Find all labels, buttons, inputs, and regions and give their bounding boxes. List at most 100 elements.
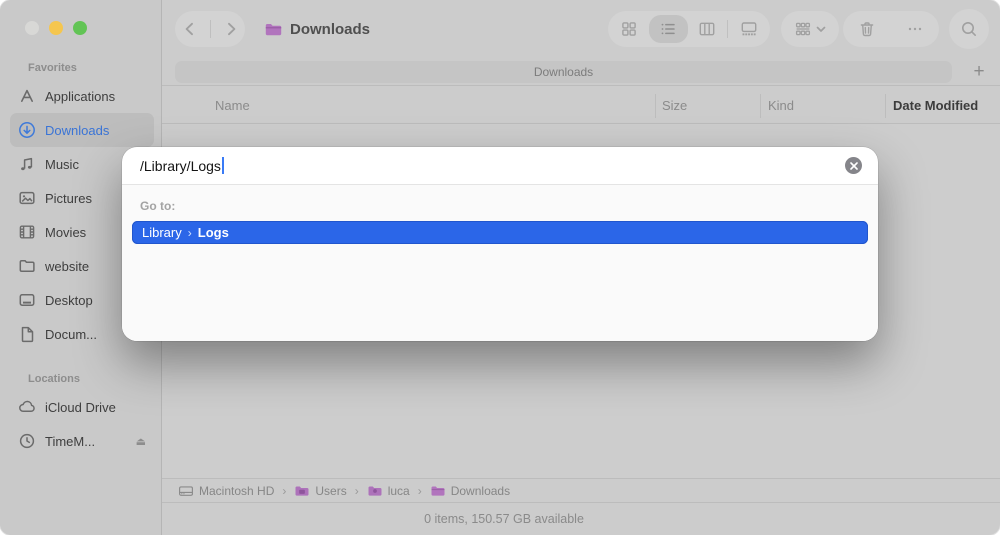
- sidebar-item-label: iCloud Drive: [45, 399, 116, 415]
- music-note-icon: [18, 155, 36, 173]
- sidebar-item-applications[interactable]: Applications: [10, 79, 154, 113]
- cloud-icon: [18, 398, 36, 416]
- traffic-lights: [25, 21, 87, 35]
- view-divider: [727, 20, 729, 38]
- downloads-folder-icon: [264, 20, 283, 39]
- columns-view-icon: [698, 20, 716, 38]
- folder-icon: [294, 483, 310, 499]
- column-header-kind[interactable]: Kind: [768, 98, 794, 113]
- view-columns-button[interactable]: [688, 15, 727, 43]
- status-bar: 0 items, 150.57 GB available: [162, 502, 1000, 535]
- tab-downloads[interactable]: Downloads: [175, 61, 952, 83]
- suggestion-separator: ›: [187, 225, 192, 240]
- minimize-button[interactable]: [49, 21, 63, 35]
- toolbar: Downloads: [162, 0, 1000, 58]
- column-header-name[interactable]: Name: [215, 98, 250, 113]
- column-headers: Name Size Kind Date Modified: [162, 86, 1000, 124]
- grid-view-icon: [620, 20, 638, 38]
- chevron-down-icon: [815, 20, 827, 38]
- path-input-row[interactable]: /Library/Logs: [122, 147, 878, 184]
- locations-section-title: Locations: [28, 373, 80, 385]
- film-icon: [18, 223, 36, 241]
- back-button[interactable]: [181, 20, 199, 38]
- breadcrumb-separator: ›: [417, 483, 422, 498]
- more-icon[interactable]: [906, 20, 924, 38]
- sidebar-item-time-machine[interactable]: TimeM... ⏏: [10, 424, 154, 458]
- app-store-icon: [18, 87, 36, 105]
- time-machine-icon: [18, 432, 36, 450]
- document-icon: [18, 325, 36, 343]
- zoom-button[interactable]: [73, 21, 87, 35]
- view-icons-button[interactable]: [610, 15, 649, 43]
- column-header-date-modified[interactable]: Date Modified: [893, 98, 978, 113]
- sidebar-item-icloud-drive[interactable]: iCloud Drive: [10, 390, 154, 424]
- list-view-icon: [659, 20, 677, 38]
- breadcrumb-separator: ›: [282, 483, 287, 498]
- close-icon: [849, 161, 858, 170]
- favorites-section-title: Favorites: [28, 62, 77, 74]
- gallery-view-icon: [740, 20, 758, 38]
- text-caret: [221, 157, 224, 174]
- nav-divider: [209, 20, 211, 38]
- folder-icon: [18, 257, 36, 275]
- status-text: 0 items, 150.57 GB available: [424, 512, 584, 526]
- nav-buttons: [175, 11, 245, 47]
- goto-label: Go to:: [140, 199, 176, 213]
- suggestion-row-library-logs[interactable]: Library › Logs: [132, 221, 868, 244]
- column-divider[interactable]: [760, 94, 761, 118]
- path-bar: Macintosh HD › Users › luca › Downloads: [162, 478, 1000, 502]
- sidebar-item-label: Downloads: [45, 122, 110, 138]
- breadcrumb-label: Users: [315, 483, 347, 498]
- sidebar-item-label: TimeM...: [45, 433, 96, 449]
- breadcrumb-luca[interactable]: luca: [367, 483, 410, 499]
- suggestion-first: Library: [142, 225, 182, 240]
- folder-icon: [430, 483, 446, 499]
- breadcrumb-label: Macintosh HD: [199, 483, 275, 498]
- breadcrumb-downloads[interactable]: Downloads: [430, 483, 510, 499]
- trash-icon[interactable]: [858, 20, 876, 38]
- column-divider[interactable]: [885, 94, 886, 118]
- tab-label: Downloads: [533, 65, 594, 79]
- window-title-group: Downloads: [264, 0, 370, 58]
- view-gallery-button[interactable]: [729, 15, 768, 43]
- tab-bar: Downloads +: [162, 58, 1000, 86]
- breadcrumb-separator: ›: [354, 483, 359, 498]
- new-tab-button[interactable]: +: [964, 58, 994, 86]
- sidebar-item-label: Applications: [45, 88, 116, 104]
- goto-folder-dialog: /Library/Logs Go to: Library › Logs: [122, 147, 878, 341]
- sidebar-item-downloads[interactable]: Downloads: [10, 113, 154, 147]
- breadcrumb-label: Downloads: [450, 483, 511, 498]
- suggestion-last: Logs: [197, 225, 229, 240]
- breadcrumb-label: luca: [387, 483, 410, 498]
- desktop-icon: [18, 291, 36, 309]
- search-icon: [960, 20, 978, 38]
- clear-input-button[interactable]: [845, 157, 862, 174]
- eject-icon[interactable]: ⏏: [136, 435, 146, 448]
- breadcrumb-users[interactable]: Users: [294, 483, 347, 499]
- sidebar-item-label: Movies: [45, 224, 87, 240]
- sidebar-item-label: Docum...: [45, 326, 98, 342]
- close-button[interactable]: [25, 21, 39, 35]
- hard-drive-icon: [178, 483, 194, 499]
- column-divider[interactable]: [655, 94, 656, 118]
- download-circle-icon: [18, 121, 36, 139]
- suggestion-panel: Go to: Library › Logs: [122, 185, 878, 341]
- folder-icon: [367, 483, 383, 499]
- sidebar-item-label: Desktop: [45, 292, 93, 308]
- window-title: Downloads: [290, 20, 371, 38]
- sidebar-item-label: Music: [45, 156, 79, 172]
- group-by-icon: [794, 20, 812, 38]
- view-mode-control: [608, 11, 770, 47]
- breadcrumb-macintosh-hd[interactable]: Macintosh HD: [178, 483, 274, 499]
- action-buttons: [843, 11, 939, 47]
- finder-window: Favorites Applications Downloads Music P…: [0, 0, 1000, 535]
- sidebar-item-label: Pictures: [45, 190, 92, 206]
- forward-button[interactable]: [222, 20, 240, 38]
- sidebar-item-label: website: [45, 258, 90, 274]
- photo-icon: [18, 189, 36, 207]
- column-header-size[interactable]: Size: [662, 98, 687, 113]
- group-by-button[interactable]: [781, 11, 839, 47]
- view-list-button[interactable]: [648, 15, 688, 43]
- search-button[interactable]: [949, 9, 989, 49]
- path-input[interactable]: /Library/Logs: [140, 158, 221, 174]
